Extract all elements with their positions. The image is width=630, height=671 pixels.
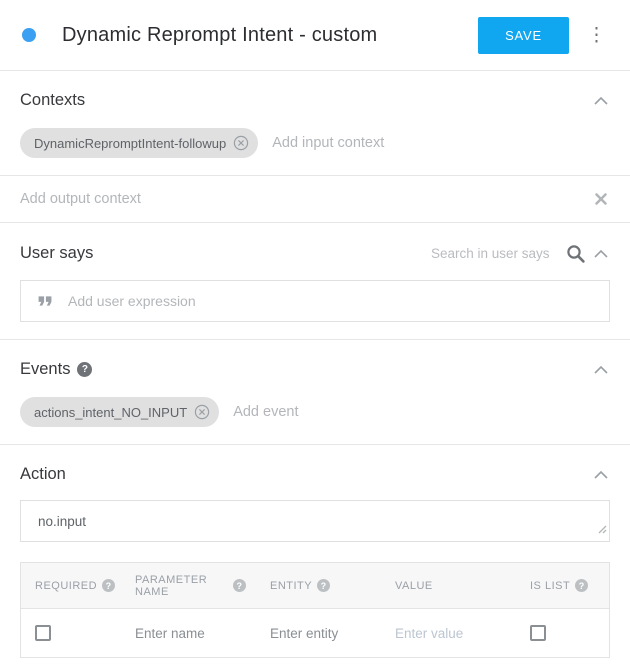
input-contexts-row: DynamicRepromptIntent-followup xyxy=(20,128,610,158)
help-icon[interactable]: ? xyxy=(233,579,246,592)
clear-contexts-icon[interactable] xyxy=(592,190,610,208)
overflow-menu-icon[interactable]: ⋮ xyxy=(581,22,612,49)
divider xyxy=(0,444,630,445)
chevron-up-icon[interactable] xyxy=(592,362,610,378)
search-user-says-input[interactable] xyxy=(431,246,559,261)
events-heading: Events xyxy=(20,360,70,379)
intent-dot-icon xyxy=(22,28,36,42)
chevron-up-icon[interactable] xyxy=(592,467,610,483)
is-list-checkbox[interactable] xyxy=(530,625,546,641)
contexts-heading: Contexts xyxy=(20,91,85,110)
parameter-row xyxy=(21,609,609,657)
search-icon[interactable] xyxy=(565,243,586,264)
input-context-chip-label: DynamicRepromptIntent-followup xyxy=(34,136,226,151)
event-chip[interactable]: actions_intent_NO_INPUT xyxy=(20,397,219,427)
chevron-up-icon[interactable] xyxy=(592,246,610,262)
help-icon[interactable]: ? xyxy=(102,579,115,592)
action-input-box[interactable] xyxy=(20,500,610,542)
parameter-entity-input[interactable] xyxy=(270,626,371,641)
output-contexts-row xyxy=(20,176,610,222)
remove-context-icon[interactable] xyxy=(233,135,249,151)
resize-handle-icon[interactable] xyxy=(597,521,607,539)
parameters-table-header: REQUIRED ? PARAMETER NAME ? ENTITY ? VAL… xyxy=(21,563,609,609)
action-name-input[interactable] xyxy=(38,514,596,529)
col-header-is-list: IS LIST xyxy=(530,580,570,592)
input-context-chip[interactable]: DynamicRepromptIntent-followup xyxy=(20,128,258,158)
col-header-parameter-name: PARAMETER NAME xyxy=(135,574,228,598)
event-chip-label: actions_intent_NO_INPUT xyxy=(34,405,187,420)
add-output-context-field[interactable] xyxy=(20,191,210,207)
col-header-required: REQUIRED xyxy=(35,580,97,592)
user-says-heading: User says xyxy=(20,244,93,263)
col-header-value: VALUE xyxy=(395,580,433,592)
parameter-value-input[interactable] xyxy=(395,626,506,641)
save-button[interactable]: SAVE xyxy=(478,17,569,54)
divider xyxy=(0,339,630,340)
help-icon[interactable]: ? xyxy=(317,579,330,592)
required-checkbox[interactable] xyxy=(35,625,51,641)
page-title: Dynamic Reprompt Intent - custom xyxy=(62,24,478,47)
remove-event-icon[interactable] xyxy=(194,404,210,420)
chevron-up-icon[interactable] xyxy=(592,93,610,109)
user-expression-box[interactable] xyxy=(20,280,610,322)
action-section-header: Action xyxy=(20,465,610,484)
quote-icon xyxy=(34,290,56,312)
events-row: actions_intent_NO_INPUT xyxy=(20,397,610,427)
header: Dynamic Reprompt Intent - custom SAVE ⋮ xyxy=(0,0,630,70)
add-user-expression-input[interactable] xyxy=(68,293,596,309)
divider xyxy=(0,222,630,223)
add-input-context-field[interactable] xyxy=(272,135,462,151)
help-icon[interactable]: ? xyxy=(77,362,92,377)
parameters-table: REQUIRED ? PARAMETER NAME ? ENTITY ? VAL… xyxy=(20,562,610,658)
contexts-section-header: Contexts xyxy=(20,91,610,110)
user-says-search xyxy=(431,243,610,264)
col-header-entity: ENTITY xyxy=(270,580,312,592)
events-section-header: Events ? xyxy=(20,360,610,379)
divider xyxy=(0,70,630,71)
help-icon[interactable]: ? xyxy=(575,579,588,592)
action-heading: Action xyxy=(20,465,66,484)
user-says-section-header: User says xyxy=(20,243,610,264)
add-event-field[interactable] xyxy=(233,404,423,420)
parameter-name-input[interactable] xyxy=(135,626,246,641)
